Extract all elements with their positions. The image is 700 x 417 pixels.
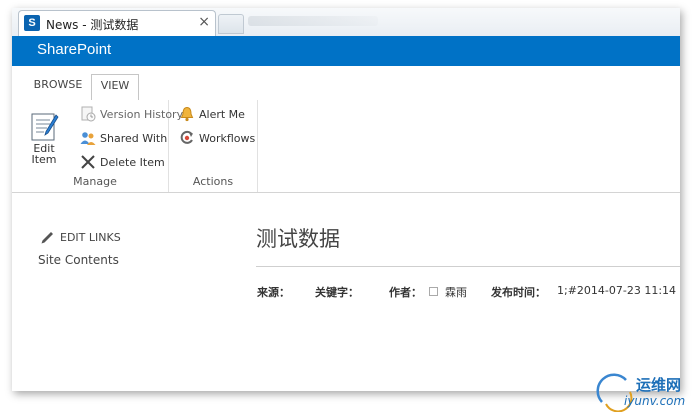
tab-close-icon[interactable]: × [198, 14, 210, 30]
browser-window: S News - 测试数据 × SharePoint BROWSE VIEW E… [12, 8, 680, 391]
bell-icon [180, 106, 194, 122]
alert-me-label: Alert Me [199, 108, 245, 121]
sharepoint-favicon-icon: S [24, 15, 40, 31]
watermark-text-cn: 运维网 [636, 376, 682, 394]
workflows-label: Workflows [199, 132, 256, 145]
delete-item-label: Delete Item [100, 156, 165, 169]
published-value: 1;#2014-07-23 11:14 [557, 284, 677, 297]
torn-edge-decoration [12, 382, 680, 391]
suite-bar-title[interactable]: SharePoint [37, 41, 111, 58]
site-watermark: 运维网 iyunv.com [596, 372, 696, 412]
watermark-text-domain: iyunv.com [624, 394, 686, 408]
browser-tab-strip: S News - 测试数据 × [12, 8, 680, 37]
edit-item-label: Edit Item [31, 142, 57, 166]
shared-with-label: Shared With [100, 132, 168, 145]
version-history-icon [81, 106, 96, 122]
blurred-background-tab [248, 16, 378, 26]
browser-tab-news[interactable]: S News - 测试数据 × [18, 10, 216, 36]
actions-group-label: Actions [192, 175, 234, 188]
ribbon-panel: Edit Item Version History Shared With De… [12, 100, 680, 193]
published-label: 发布时间： [491, 286, 546, 299]
browser-tab-title: News - 测试数据 [46, 18, 139, 32]
ribbon-group-actions: Alert Me Workflows Actions [169, 100, 258, 192]
author-value[interactable]: 霖雨 [445, 284, 467, 300]
delete-x-icon [81, 155, 95, 169]
new-tab-button[interactable] [218, 14, 244, 34]
edit-links-label: EDIT LINKS [60, 231, 121, 244]
author-label: 作者： [389, 286, 422, 299]
shared-with-icon [80, 132, 96, 145]
tab-browse[interactable]: BROWSE [28, 74, 88, 100]
title-divider [256, 266, 680, 267]
source-label: 来源： [257, 286, 290, 299]
suite-bar: SharePoint [12, 36, 680, 66]
tab-view[interactable]: VIEW [91, 74, 139, 101]
presence-indicator-icon [429, 287, 438, 296]
pencil-icon [41, 232, 53, 244]
edit-item-icon [31, 113, 59, 141]
keywords-label: 关键字： [315, 286, 359, 299]
site-contents-link[interactable]: Site Contents [38, 253, 119, 267]
ribbon-tab-bar: BROWSE VIEW [12, 66, 680, 101]
page-title: 测试数据 [256, 227, 340, 251]
ribbon-group-manage: Edit Item Version History Shared With De… [22, 100, 183, 192]
edit-item-button[interactable]: Edit Item [26, 110, 62, 166]
manage-group-label: Manage [73, 175, 117, 188]
workflow-icon [180, 130, 193, 144]
